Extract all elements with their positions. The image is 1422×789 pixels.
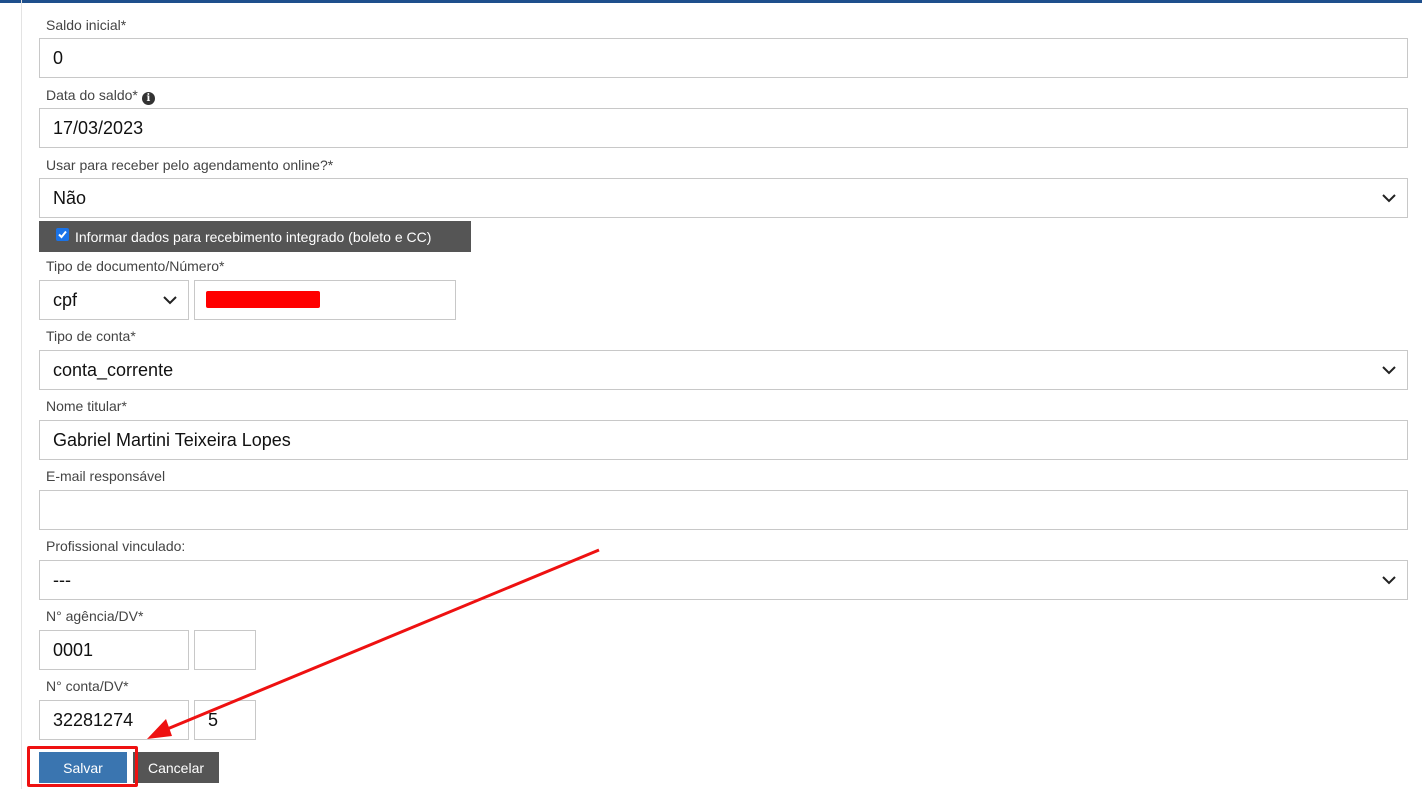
chevron-down-icon (1382, 366, 1396, 375)
email-responsavel-input[interactable] (39, 490, 1408, 530)
profissional-value: --- (53, 569, 71, 590)
data-saldo-value: 17/03/2023 (53, 117, 144, 138)
integrado-checkbox-label: Informar dados para recebimento integrad… (75, 228, 432, 245)
email-responsavel-label: E-mail responsável (46, 468, 166, 484)
chevron-down-icon (1382, 194, 1396, 203)
conta-dv-value: 5 (208, 709, 219, 730)
conta-input[interactable]: 32281274 (39, 700, 189, 740)
agencia-dv-input[interactable] (194, 630, 256, 670)
agendamento-select[interactable]: Não (39, 178, 1408, 218)
nome-titular-value: Gabriel Martini Teixeira Lopes (53, 429, 291, 450)
nome-titular-label: Nome titular* (46, 398, 127, 414)
tipo-conta-label: Tipo de conta* (46, 328, 136, 344)
redaction-mark (206, 291, 320, 308)
integrado-checkbox-row[interactable]: Informar dados para recebimento integrad… (39, 221, 471, 252)
data-saldo-label-row: Data do saldo* i (46, 87, 155, 105)
agendamento-label: Usar para receber pelo agendamento onlin… (46, 157, 334, 173)
profissional-label: Profissional vinculado: (46, 538, 186, 554)
tipo-documento-label: Tipo de documento/Número* (46, 258, 225, 274)
agendamento-value: Não (53, 187, 87, 208)
left-divider (21, 0, 22, 789)
tipo-documento-select[interactable]: cpf (39, 280, 189, 320)
conta-label: N° conta/DV* (46, 678, 129, 694)
tipo-conta-select[interactable]: conta_corrente (39, 350, 1408, 390)
data-saldo-label: Data do saldo* (46, 87, 138, 103)
save-button[interactable]: Salvar (39, 752, 127, 783)
conta-value: 32281274 (53, 709, 134, 730)
checkbox-checked-icon[interactable] (56, 228, 69, 241)
cancel-button[interactable]: Cancelar (133, 752, 219, 783)
chevron-down-icon (1382, 576, 1396, 585)
agencia-input[interactable]: 0001 (39, 630, 189, 670)
top-bar (0, 0, 1422, 3)
data-saldo-input[interactable]: 17/03/2023 (39, 108, 1408, 148)
profissional-select[interactable]: --- (39, 560, 1408, 600)
chevron-down-icon (163, 296, 177, 305)
tipo-documento-value: cpf (53, 289, 78, 310)
info-icon[interactable]: i (141, 92, 155, 105)
saldo-inicial-value: 0 (53, 47, 64, 68)
saldo-inicial-label: Saldo inicial* (46, 17, 127, 33)
nome-titular-input[interactable]: Gabriel Martini Teixeira Lopes (39, 420, 1408, 460)
agencia-value: 0001 (53, 639, 94, 660)
saldo-inicial-input[interactable]: 0 (39, 38, 1408, 78)
conta-dv-input[interactable]: 5 (194, 700, 256, 740)
agencia-label: N° agência/DV* (46, 608, 144, 624)
tipo-conta-value: conta_corrente (53, 359, 174, 380)
